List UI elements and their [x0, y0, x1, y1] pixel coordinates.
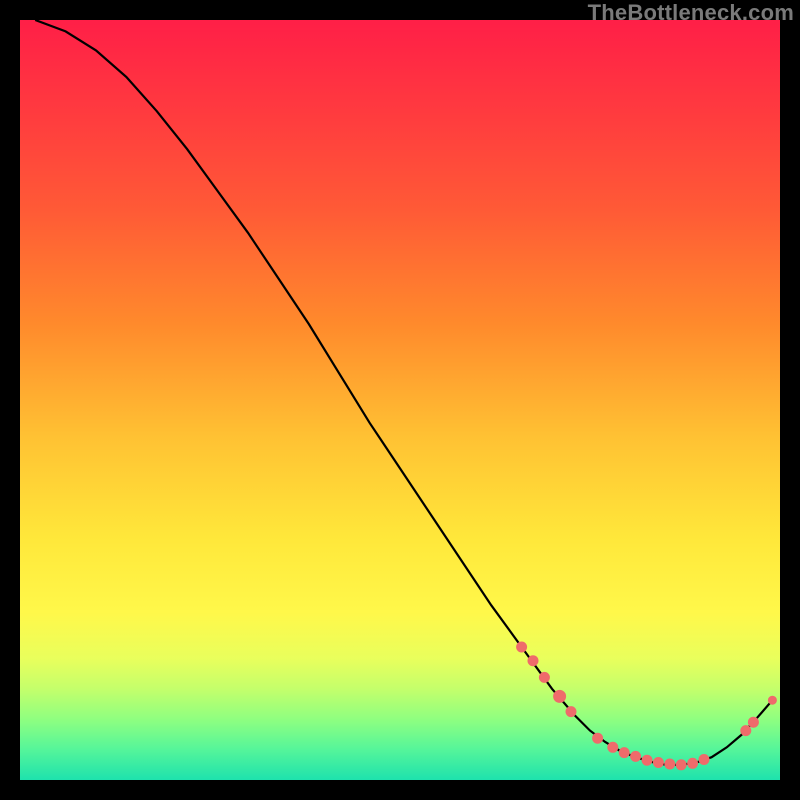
chart-marker	[768, 696, 776, 704]
chart-marker	[699, 755, 709, 765]
chart-marker	[665, 759, 675, 769]
watermark-label: TheBottleneck.com	[588, 0, 794, 26]
chart-marker	[528, 656, 538, 666]
chart-stage: TheBottleneck.com	[0, 0, 800, 800]
chart-plot-area	[20, 20, 780, 780]
chart-marker	[748, 717, 758, 727]
chart-marker	[566, 707, 576, 717]
chart-marker	[608, 742, 618, 752]
chart-marker	[642, 755, 652, 765]
chart-marker	[688, 758, 698, 768]
chart-marker	[653, 758, 663, 768]
chart-markers	[517, 642, 777, 770]
chart-marker	[619, 748, 629, 758]
chart-marker	[631, 751, 641, 761]
chart-marker	[539, 672, 549, 682]
chart-marker	[593, 733, 603, 743]
chart-curve	[35, 20, 772, 765]
chart-marker	[554, 690, 566, 702]
chart-marker	[517, 642, 527, 652]
chart-svg	[20, 20, 780, 780]
chart-marker	[741, 726, 751, 736]
chart-marker	[676, 760, 686, 770]
